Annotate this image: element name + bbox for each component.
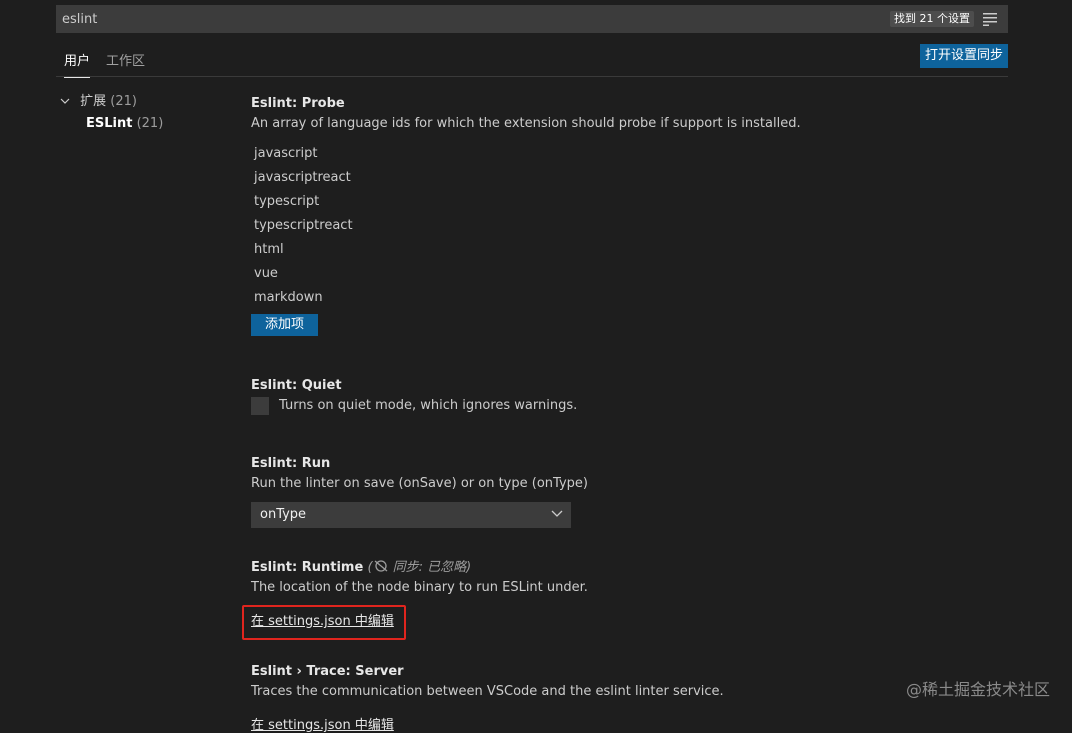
setting-eslint-probe: Eslint: Probe An array of language ids f… <box>251 94 1008 336</box>
setting-description-row: Turns on quiet mode, which ignores warni… <box>251 396 577 416</box>
settings-toc: 扩展 (21) ESLint (21) <box>56 94 246 138</box>
setting-description: Traces the communication between VSCode … <box>251 684 724 699</box>
chevron-down-icon <box>551 502 563 528</box>
add-item-button[interactable]: 添加项 <box>251 314 319 336</box>
run-select[interactable]: onType <box>251 502 571 528</box>
setting-eslint-run: Eslint: Run Run the linter on save (onSa… <box>251 454 588 528</box>
toc-child-label: ESLint <box>86 116 133 131</box>
setting-title: Eslint › Trace: Server <box>251 662 724 682</box>
open-settings-sync-button[interactable]: 打开设置同步 <box>919 44 1008 68</box>
list-item[interactable]: markdown <box>251 286 1008 310</box>
setting-prefix: Eslint: <box>251 456 302 471</box>
result-count-badge: 找到 21 个设置 <box>890 11 974 27</box>
setting-description: Turns on quiet mode, which ignores warni… <box>279 398 578 413</box>
setting-name: Quiet <box>301 378 342 393</box>
setting-description: An array of language ids for which the e… <box>251 116 801 131</box>
list-item[interactable]: javascriptreact <box>251 166 1008 190</box>
run-select-value: onType <box>260 507 307 522</box>
setting-name: Run <box>301 456 331 471</box>
toc-group-label: 扩展 <box>80 94 107 109</box>
setting-eslint-trace-server: Eslint › Trace: Server Traces the commun… <box>251 662 724 733</box>
list-item[interactable]: typescriptreact <box>251 214 1008 238</box>
setting-title: Eslint: Run <box>251 454 588 474</box>
toc-item-extensions[interactable]: 扩展 (21) <box>56 94 246 116</box>
tab-user[interactable]: 用户 <box>64 50 91 78</box>
toc-child-count: (21) <box>136 116 164 131</box>
settings-search-bar: 找到 21 个设置 <box>56 5 1008 33</box>
setting-name: Runtime <box>301 560 364 575</box>
edit-link-row: 在 settings.json 中编辑 <box>251 714 724 733</box>
sync-ignored-icon <box>374 560 387 572</box>
setting-title: Eslint: Runtime ( 同步: 已忽略) <box>251 558 588 578</box>
setting-prefix: Eslint: <box>251 96 302 111</box>
settings-scope-tabs: 用户 工作区 打开设置同步 <box>56 44 1008 78</box>
settings-list: Eslint: Probe An array of language ids f… <box>251 94 1008 733</box>
setting-name: Probe <box>301 96 345 111</box>
watermark-text: @稀土掘金技术社区 <box>905 680 1050 699</box>
toc-item-eslint[interactable]: ESLint (21) <box>56 116 246 138</box>
filter-icon[interactable] <box>982 12 998 26</box>
sync-tag-text: 同步: 已忽略 <box>392 560 467 575</box>
tab-workspace[interactable]: 工作区 <box>106 50 145 77</box>
setting-title: Eslint: Probe <box>251 94 1008 114</box>
setting-title: Eslint: Quiet <box>251 376 577 396</box>
setting-prefix: Eslint: <box>251 378 302 393</box>
list-item[interactable]: javascript <box>251 142 1008 166</box>
toc-group-count: (21) <box>110 94 137 109</box>
list-item[interactable]: html <box>251 238 1008 262</box>
chevron-down-icon <box>60 94 76 110</box>
setting-description: Run the linter on save (onSave) or on ty… <box>251 476 588 491</box>
list-item[interactable]: vue <box>251 262 1008 286</box>
probe-list: javascript javascriptreact typescript ty… <box>251 142 1008 310</box>
setting-eslint-quiet: Eslint: Quiet Turns on quiet mode, which… <box>251 376 577 416</box>
setting-prefix: Eslint › Trace: <box>251 664 356 679</box>
setting-prefix: Eslint: <box>251 560 302 575</box>
setting-description: The location of the node binary to run E… <box>251 580 588 595</box>
left-frame <box>0 0 56 720</box>
list-item[interactable]: typescript <box>251 190 1008 214</box>
setting-name: Server <box>355 664 404 679</box>
right-frame <box>1008 0 1072 720</box>
sync-ignored-tag: ( 同步: 已忽略) <box>367 560 472 575</box>
settings-search-input[interactable] <box>56 5 876 33</box>
quiet-checkbox[interactable] <box>251 396 269 415</box>
edit-in-settings-json-link[interactable]: 在 settings.json 中编辑 <box>251 718 394 733</box>
highlight-annotation <box>242 605 406 640</box>
